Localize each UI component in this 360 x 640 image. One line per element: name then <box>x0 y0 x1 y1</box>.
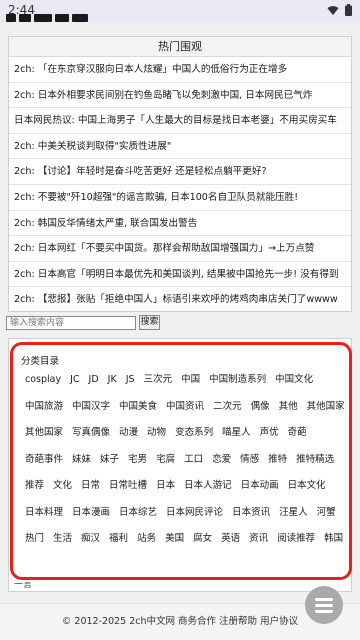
hot-news-title: 热门围观 <box>9 37 351 57</box>
category-tag[interactable]: JC <box>70 367 79 394</box>
category-tag[interactable]: 奇葩事件 <box>25 447 63 474</box>
category-tag[interactable]: 热门 <box>25 526 44 553</box>
category-tag[interactable]: 妹子 <box>100 447 119 474</box>
news-item[interactable]: 2ch: 日本高官「明明日本最优先和美国谈判, 结果被中国抢先一步! 没有得到 <box>9 262 351 288</box>
menu-icon[interactable] <box>305 586 343 624</box>
category-tag[interactable]: 日本文化 <box>288 473 326 500</box>
category-tag[interactable]: 日本料理 <box>25 500 63 527</box>
category-tag[interactable]: 阅读推荐 <box>277 526 315 553</box>
category-tag[interactable]: 动物 <box>147 420 166 447</box>
category-tag[interactable]: 河蟹 <box>317 500 336 527</box>
category-tag[interactable]: 福利 <box>109 526 128 553</box>
category-tag[interactable]: 文化 <box>53 473 72 500</box>
category-tag[interactable]: 中国制造系列 <box>209 367 266 394</box>
category-tag[interactable]: 中国旅游 <box>25 394 63 421</box>
category-tag[interactable]: 日本动画 <box>241 473 279 500</box>
category-tag[interactable]: 奇葩 <box>288 420 307 447</box>
site-logo[interactable] <box>6 14 94 24</box>
category-tag[interactable]: 中国资讯 <box>166 394 204 421</box>
partial-section-heading: 一言 <box>14 582 33 588</box>
category-tag[interactable]: 日常吐槽 <box>109 473 147 500</box>
category-tag[interactable]: JK <box>108 367 117 394</box>
category-tag[interactable]: 中国文化 <box>275 367 313 394</box>
category-tag[interactable]: 写真偶像 <box>72 420 110 447</box>
category-tag[interactable]: 工口 <box>184 447 203 474</box>
category-tag[interactable]: 情感 <box>240 447 259 474</box>
wifi-icon <box>327 5 339 15</box>
category-tag[interactable]: 中国 <box>181 367 200 394</box>
category-panel: 分类目录 cosplay JC JD JK JS 三次元 中国 中国制造系列 中国文化 中国旅游中… <box>8 338 352 592</box>
category-tag[interactable]: 其他 <box>279 394 298 421</box>
footer-text[interactable]: © 2012-2025 2ch中文网 商务合作 注册帮助 用户协议 <box>0 613 360 627</box>
category-tag[interactable]: 三次元 <box>144 367 173 394</box>
category-tag[interactable]: 妹妹 <box>72 447 91 474</box>
category-tag-list: cosplay JC JD JK JS 三次元 中国 中国制造系列 中国文化 中国旅游 中国汉字 中国… <box>25 367 347 553</box>
category-tag[interactable]: 二次元 <box>213 394 242 421</box>
category-tag[interactable]: 日本漫画 <box>72 500 110 527</box>
category-tag[interactable]: 生活 <box>53 526 72 553</box>
category-tag[interactable]: 日本 <box>156 473 175 500</box>
news-item[interactable]: 2ch: 「在东京穿汉服向日本人炫耀」中国人的低俗行为正在增多 <box>9 57 351 83</box>
category-tag[interactable]: 日本网民评论 <box>166 500 223 527</box>
category-tag[interactable]: 英语 <box>221 526 240 553</box>
category-tag[interactable]: 喵星人 <box>222 420 251 447</box>
category-tag[interactable]: 偶像 <box>251 394 270 421</box>
category-tag[interactable]: 中国美食 <box>119 394 157 421</box>
category-tag[interactable]: 推特 <box>268 447 287 474</box>
battery-icon <box>345 4 352 16</box>
category-tag[interactable]: 其他国家 <box>307 394 345 421</box>
news-item[interactable]: 日本网民热议: 中国上海男子「人生最大的目标是找日本老婆」不用买房买车 <box>9 108 351 134</box>
hot-news-list: 2ch: 「在东京穿汉服向日本人炫耀」中国人的低俗行为正在增多 2ch: 日本外相… <box>9 57 351 313</box>
category-tag[interactable]: 资讯 <box>249 526 268 553</box>
news-item[interactable]: 2ch: 【讨论】年轻时是奋斗吃苦更好 还是轻松点躺平更好? <box>9 159 351 185</box>
category-tag[interactable]: 推特精选 <box>296 447 334 474</box>
category-tag[interactable]: 腐女 <box>193 526 212 553</box>
search-input[interactable] <box>6 316 136 330</box>
category-tag[interactable]: 汪星人 <box>279 500 308 527</box>
search-button[interactable]: 搜索 <box>139 315 160 330</box>
news-item[interactable]: 2ch: 韩国反华情绪太严重, 联合国发出警告 <box>9 211 351 237</box>
category-tag[interactable]: 日本综艺 <box>119 500 157 527</box>
category-tag[interactable]: cosplay <box>25 367 61 394</box>
category-tag[interactable]: 日常 <box>81 473 100 500</box>
status-icons <box>327 4 352 16</box>
category-tag[interactable]: 美国 <box>165 526 184 553</box>
category-tag[interactable]: JS <box>126 367 135 394</box>
category-tag[interactable]: 中国汉字 <box>72 394 110 421</box>
category-tag[interactable]: JD <box>89 367 99 394</box>
category-tag[interactable]: 痴汉 <box>81 526 100 553</box>
news-item[interactable]: 2ch: 不要被"歼10超强"的谣言欺骗, 日本100名自卫队员就能压胜! <box>9 185 351 211</box>
category-tag[interactable]: 宅男 <box>128 447 147 474</box>
category-tag[interactable]: 韩国 <box>324 526 343 553</box>
category-tag[interactable]: 动漫 <box>119 420 138 447</box>
category-tag[interactable]: 站务 <box>137 526 156 553</box>
category-tag[interactable]: 恋爱 <box>212 447 231 474</box>
category-tag[interactable]: 变态系列 <box>175 420 213 447</box>
category-tag[interactable]: 其他国家 <box>25 420 63 447</box>
news-item[interactable]: 2ch: 日本外相要求民间别在钓鱼岛睹飞以免刺激中国, 日本网民已气炸 <box>9 83 351 109</box>
hot-news-panel: 热门围观 2ch: 「在东京穿汉服向日本人炫耀」中国人的低俗行为正在增多 2ch:… <box>8 36 352 312</box>
category-tag[interactable]: 声优 <box>260 420 279 447</box>
category-title: 分类目录 <box>21 356 60 367</box>
category-tag[interactable]: 推荐 <box>25 473 44 500</box>
category-tag[interactable]: 日本人游记 <box>184 473 232 500</box>
category-tag[interactable]: 宅腐 <box>156 447 175 474</box>
news-item[interactable]: 2ch: 中美关税谈判取得"实质性进展" <box>9 134 351 160</box>
category-tag[interactable]: 日本资讯 <box>232 500 270 527</box>
news-item[interactable]: 2ch: 日本网红「不要买中国货。那样会帮助敌国增强国力」→上万点赞 <box>9 236 351 262</box>
news-item[interactable]: 2ch: 【悲报】张贴「拒绝中国人」标语引来欢呼的烤鸡肉串店关门了wwww <box>9 287 351 313</box>
